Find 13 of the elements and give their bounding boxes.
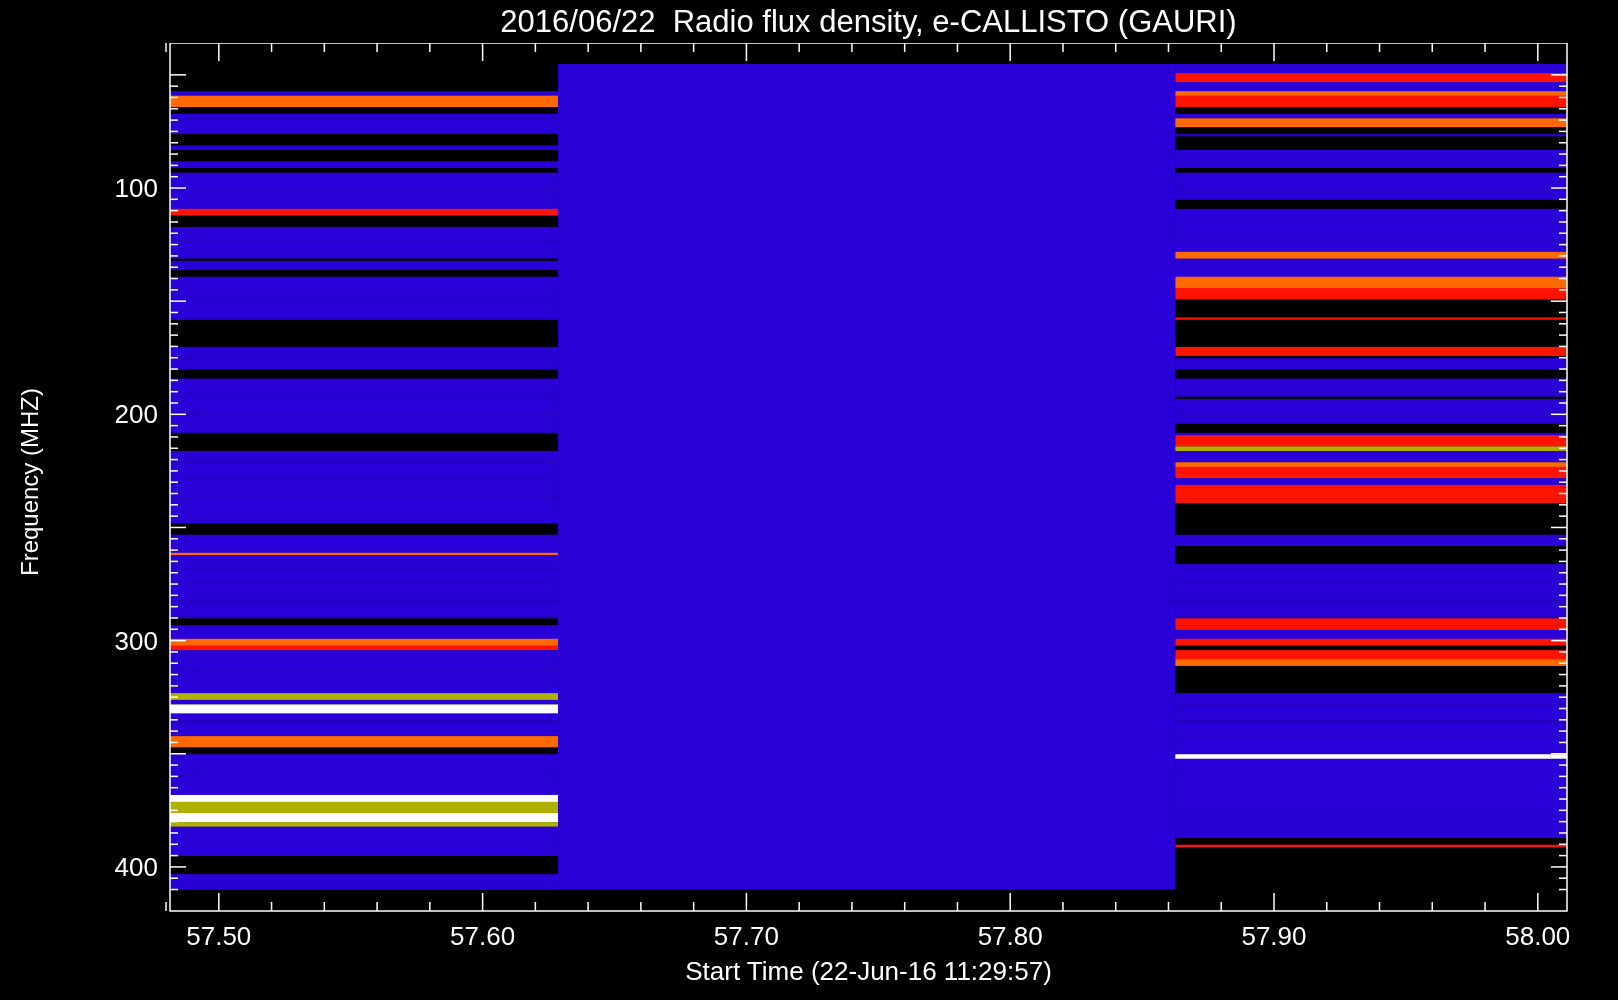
chart-title: 2016/06/22 Radio flux density, e-CALLISTO (GAURI) — [500, 6, 1237, 37]
y-axis-label: Frequency (MHZ) — [15, 387, 44, 576]
x-tick-label: 57.60 — [450, 921, 516, 951]
y-tick-label: 300 — [114, 625, 158, 656]
x-tick-label: 57.50 — [186, 921, 252, 951]
x-tick-label: 57.70 — [713, 921, 779, 951]
x-axis-label: Start Time (22-Jun-16 11:29:57) — [685, 958, 1052, 984]
y-tick-label: 100 — [114, 173, 158, 203]
x-tick-label: 57.80 — [977, 921, 1043, 951]
x-tick-label: 57.90 — [1241, 921, 1307, 951]
y-tick-label: 400 — [114, 851, 158, 882]
y-tick-label: 200 — [114, 399, 158, 430]
x-tick-label: 58.00 — [1505, 921, 1571, 951]
